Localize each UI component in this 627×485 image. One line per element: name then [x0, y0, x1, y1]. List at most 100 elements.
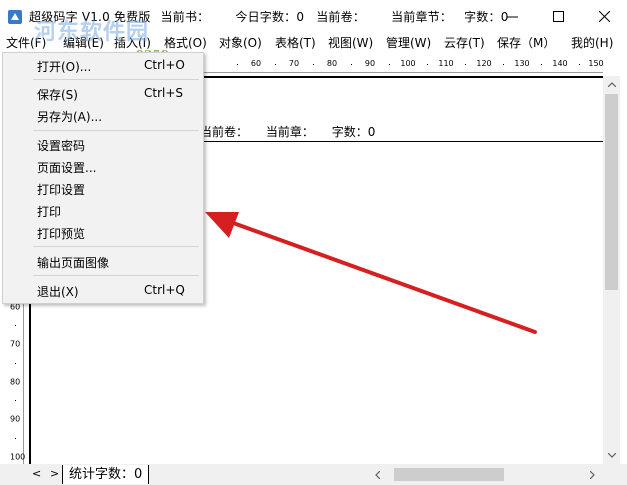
- chevron-down-icon: [607, 453, 616, 458]
- ruler-tick: [275, 64, 276, 65]
- ruler-label: 90: [10, 414, 21, 424]
- menu-item-label: 打印设置: [37, 183, 86, 197]
- menu-item-label: 页面设置...: [37, 161, 97, 175]
- ruler-label: 140: [552, 59, 568, 68]
- bottom-bar: < > 统计字数：0: [0, 464, 627, 485]
- menu-item-page-setup[interactable]: 页面设置...: [3, 156, 203, 176]
- menu-manage[interactable]: 管理(W): [386, 34, 431, 51]
- ruler-label: 130: [514, 59, 530, 68]
- ruler-label: 100: [10, 452, 26, 462]
- ruler-label: 70: [288, 59, 300, 68]
- chevron-left-icon: [375, 470, 380, 479]
- ruler-tick: [15, 325, 16, 326]
- ruler-tick: [503, 64, 504, 65]
- menu-item-label: 打开(O)...: [37, 60, 92, 74]
- menu-format[interactable]: 格式(O): [164, 34, 207, 51]
- ruler-tick: [351, 64, 352, 65]
- ruler-tick: [15, 363, 16, 364]
- menu-separator: [33, 275, 199, 276]
- ruler-tick: [237, 64, 238, 65]
- ruler-label: 80: [326, 59, 338, 68]
- menu-item-label: 打印: [37, 205, 62, 219]
- maximize-button[interactable]: [535, 0, 581, 32]
- scroll-thumb[interactable]: [605, 94, 618, 290]
- menu-item-label: 退出(X): [37, 285, 79, 299]
- scroll-right-button[interactable]: [584, 466, 601, 483]
- close-button[interactable]: [581, 0, 627, 32]
- chevron-right-icon: [590, 470, 595, 479]
- title-bar: 超级码字 V1.0 免费版 当前书： 今日字数：0 当前卷： 当前章节： 字数：…: [0, 0, 627, 32]
- menu-item-label: 保存(S): [37, 88, 78, 102]
- title-chapter: 当前章节：: [391, 10, 453, 24]
- ruler-tick: [541, 64, 542, 65]
- menu-item-label: 输出页面图像: [37, 256, 110, 270]
- menu-separator: [33, 79, 199, 80]
- word-count-tab[interactable]: 统计字数：0: [62, 465, 150, 484]
- tab-prev-button[interactable]: <: [32, 467, 41, 480]
- menu-item-label: 另存为(A)...: [37, 110, 103, 124]
- vertical-scrollbar[interactable]: [603, 76, 620, 464]
- menu-item-open[interactable]: 打开(O)... Ctrl+O: [3, 55, 203, 75]
- menu-item-save-as[interactable]: 另存为(A)...: [3, 105, 203, 125]
- menu-object[interactable]: 对象(O): [219, 34, 262, 51]
- menu-cloud[interactable]: 云存(T): [444, 34, 485, 51]
- scroll-thumb[interactable]: [394, 468, 504, 481]
- menu-file[interactable]: 文件(F): [6, 34, 46, 51]
- file-menu-dropdown: 打开(O)... Ctrl+O 保存(S) Ctrl+S 另存为(A)... 设…: [2, 52, 204, 304]
- minimize-button[interactable]: [489, 0, 535, 32]
- scroll-up-button[interactable]: [603, 76, 620, 93]
- menu-save[interactable]: 保存（M）: [497, 34, 555, 51]
- ruler-label: 60: [250, 59, 262, 68]
- menu-item-export-image[interactable]: 输出页面图像: [3, 251, 203, 271]
- menu-item-shortcut: Ctrl+O: [144, 58, 185, 72]
- close-icon: [598, 10, 610, 22]
- menu-item-print-preview[interactable]: 打印预览: [3, 222, 203, 242]
- scroll-left-button[interactable]: [369, 466, 386, 483]
- app-icon: [7, 9, 23, 25]
- menu-item-shortcut: Ctrl+Q: [144, 283, 185, 297]
- minimize-icon: [506, 16, 518, 17]
- ruler-label: 80: [10, 377, 21, 387]
- window-title: 超级码字 V1.0 免费版 当前书： 今日字数：0 当前卷： 当前章节： 字数：…: [29, 8, 509, 25]
- menu-separator: [33, 246, 199, 247]
- ruler-tick: [15, 400, 16, 401]
- ruler-tick: [465, 64, 466, 65]
- menu-edit[interactable]: 编辑(E): [63, 34, 104, 51]
- horizontal-scrollbar[interactable]: [367, 465, 603, 484]
- ruler-tick: [313, 64, 314, 65]
- ruler-tick: [579, 64, 580, 65]
- ruler-tick: [389, 64, 390, 65]
- menu-table[interactable]: 表格(T): [275, 34, 316, 51]
- menu-item-print[interactable]: 打印: [3, 200, 203, 220]
- tab-next-button[interactable]: >: [50, 467, 59, 480]
- title-today-words: 今日字数：0: [235, 10, 305, 24]
- ruler-label: 70: [10, 339, 21, 349]
- scroll-down-button[interactable]: [603, 447, 620, 464]
- red-arrow-annotation: [205, 212, 537, 334]
- doc-current-chapter: 当前章：: [265, 125, 314, 139]
- ruler-label: 110: [438, 59, 454, 68]
- ruler-label: 150: [588, 59, 603, 68]
- ruler-label: 120: [476, 59, 492, 68]
- ruler-tick: [427, 64, 428, 65]
- menu-bar: 文件(F) 编辑(E) 插入(I) 格式(O) 对象(O) 表格(T) 视图(W…: [0, 32, 627, 53]
- menu-item-exit[interactable]: 退出(X) Ctrl+Q: [3, 280, 203, 300]
- title-app: 超级码字 V1.0 免费版: [29, 10, 151, 24]
- menu-item-label: 设置密码: [37, 139, 86, 153]
- menu-separator: [33, 130, 199, 131]
- menu-item-save[interactable]: 保存(S) Ctrl+S: [3, 83, 203, 103]
- menu-my[interactable]: 我的(H): [571, 34, 613, 51]
- menu-item-set-password[interactable]: 设置密码: [3, 134, 203, 154]
- menu-item-print-setup[interactable]: 打印设置: [3, 178, 203, 198]
- doc-word-count: 字数：0: [331, 125, 376, 139]
- menu-insert[interactable]: 插入(I): [114, 34, 151, 51]
- doc-current-volume: 当前卷：: [200, 125, 249, 139]
- chevron-up-icon: [607, 82, 616, 87]
- menu-view[interactable]: 视图(W): [328, 34, 373, 51]
- title-volume: 当前卷：: [316, 10, 366, 24]
- maximize-icon: [552, 10, 564, 22]
- ruler-label: 90: [364, 59, 376, 68]
- ruler-tick: [15, 438, 16, 439]
- menu-item-shortcut: Ctrl+S: [144, 86, 184, 100]
- title-book: 当前书：: [160, 10, 210, 24]
